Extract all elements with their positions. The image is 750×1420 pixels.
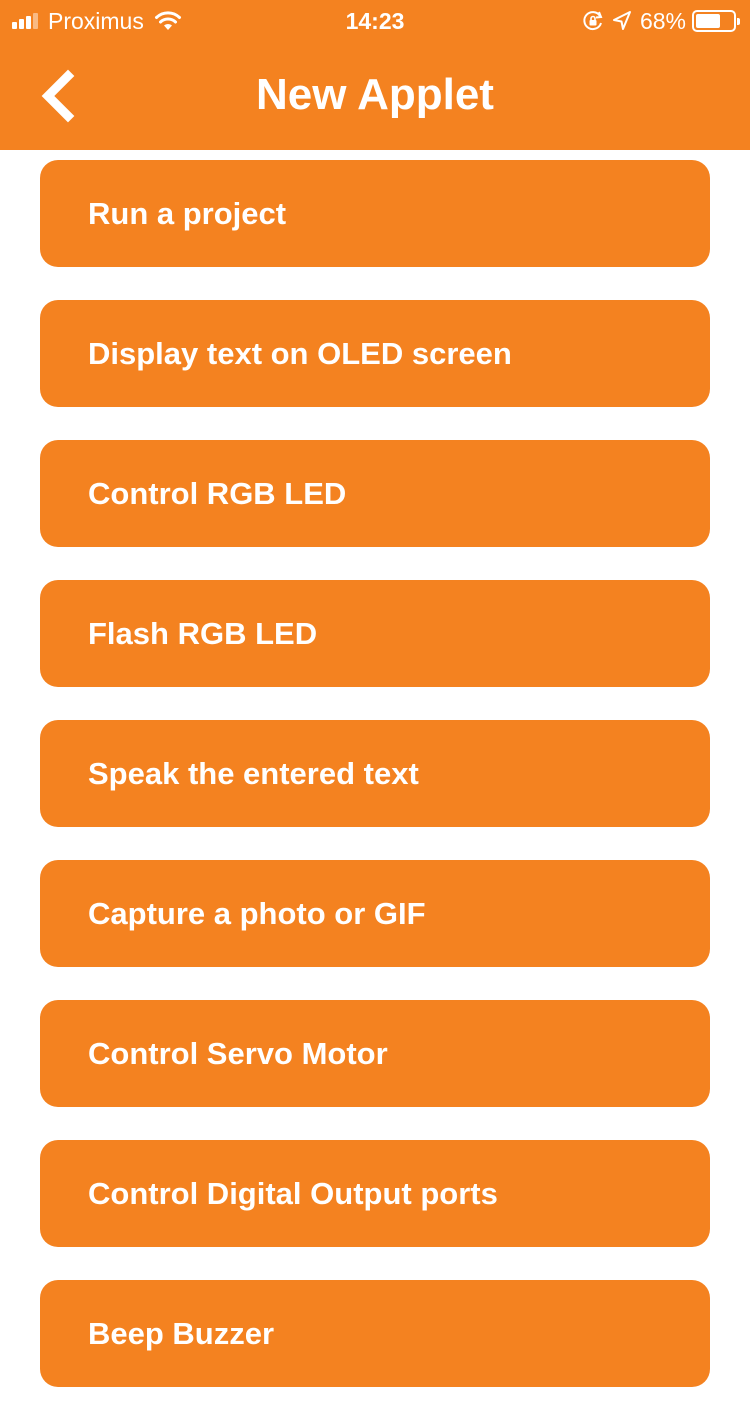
applet-label: Display text on OLED screen (88, 335, 512, 371)
page-title: New Applet (256, 70, 494, 119)
applet-label: Speak the entered text (88, 755, 419, 791)
applet-speak-text-button[interactable]: Speak the entered text (40, 720, 710, 827)
status-bar: Proximus 14:23 68% (0, 0, 750, 42)
applet-label: Capture a photo or GIF (88, 895, 426, 931)
battery-level-fill (696, 14, 720, 28)
battery-percent: 68% (639, 8, 686, 34)
applet-label: Flash RGB LED (88, 615, 318, 651)
battery-cap (737, 18, 740, 25)
applet-list: Run a project Display text on OLED scree… (40, 160, 710, 1420)
applet-flash-rgb-led-button[interactable]: Flash RGB LED (40, 580, 710, 687)
applet-label: Run a project (88, 195, 287, 231)
location-icon (612, 11, 631, 30)
applet-run-project-button[interactable]: Run a project (40, 160, 710, 267)
applet-display-oled-button[interactable]: Display text on OLED screen (40, 300, 710, 407)
applet-capture-photo-button[interactable]: Capture a photo or GIF (40, 860, 710, 967)
app-header: Proximus 14:23 68% New Applet (0, 0, 750, 150)
applet-label: Control RGB LED (88, 475, 347, 511)
applet-digital-output-button[interactable]: Control Digital Output ports (40, 1140, 710, 1247)
battery-icon (692, 10, 740, 32)
applet-control-servo-button[interactable]: Control Servo Motor (40, 1000, 710, 1107)
navigation-bar: New Applet (0, 50, 750, 140)
applet-control-rgb-led-button[interactable]: Control RGB LED (40, 440, 710, 547)
orientation-lock-icon (583, 11, 603, 31)
applet-label: Control Digital Output ports (88, 1175, 498, 1211)
applet-label: Control Servo Motor (88, 1035, 388, 1071)
status-right: 68% (582, 8, 740, 34)
